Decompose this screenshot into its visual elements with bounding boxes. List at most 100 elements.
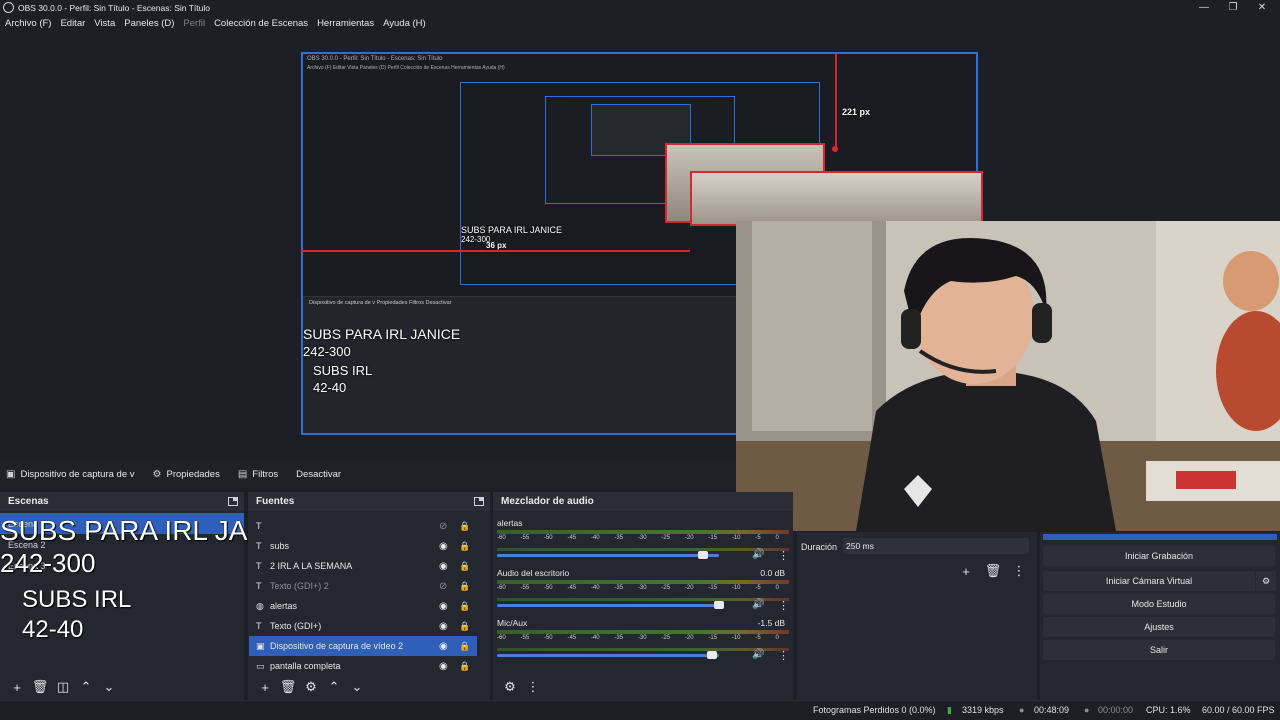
menu-editar[interactable]: Editar (60, 18, 85, 29)
speaker-icon[interactable]: 🔊 (752, 549, 764, 560)
meter-tick-label: -40 (590, 585, 600, 591)
meter-tick-label: -25 (661, 585, 671, 591)
record-status-icon: ● (1084, 705, 1090, 715)
text-icon: T (256, 561, 262, 571)
meter-tick-label: -55 (520, 535, 530, 541)
source-item-texto-gdi[interactable]: T Texto (GDI+) ◉ 🔒 (249, 616, 477, 636)
virtual-camera-settings-button[interactable]: ⚙ (1256, 571, 1276, 591)
start-virtual-camera-button[interactable]: Iniciar Cámara Virtual (1043, 571, 1255, 591)
visibility-off-icon[interactable]: ⊘ (439, 521, 447, 532)
eye-icon[interactable]: ◉ (439, 661, 448, 672)
popout-icon[interactable] (474, 497, 484, 506)
add-transition-button[interactable]: + (955, 562, 977, 580)
track-menu-icon[interactable]: ⋮ (778, 599, 789, 612)
speaker-icon[interactable]: 🔊 (752, 649, 764, 660)
move-down-button[interactable]: ⌄ (346, 678, 368, 696)
text-icon: T (256, 621, 262, 631)
menu-archivo[interactable]: Archivo (F) (5, 18, 51, 29)
camera-icon: ▣ (6, 468, 16, 480)
volume-slider-handle[interactable] (707, 651, 717, 659)
filters-button[interactable]: ▤ Filtros (238, 469, 278, 480)
source-properties-button[interactable]: ⚙ (300, 678, 322, 696)
source-item-texto-gdi-2[interactable]: T Texto (GDI+) 2 ⊘ 🔒 (249, 576, 477, 596)
start-recording-button[interactable]: Iniciar Grabación (1043, 546, 1275, 566)
meter-tick-label: -5 (755, 535, 761, 541)
speaker-icon[interactable]: 🔊 (752, 599, 764, 610)
lock-icon[interactable]: 🔒 (459, 601, 470, 612)
move-up-button[interactable]: ⌃ (323, 678, 345, 696)
remove-source-button[interactable]: 🗑 (277, 678, 299, 696)
source-item[interactable]: T ⊘ 🔒 (249, 516, 477, 536)
nested-overlay-line2: 242-300 (303, 344, 351, 359)
duration-input[interactable]: 250 ms (843, 538, 1029, 554)
move-down-button[interactable]: ⌄ (98, 678, 120, 696)
source-item-pantalla-completa[interactable]: ▭ pantalla completa ◉ 🔒 (249, 656, 477, 676)
filter-icon: ▤ (237, 468, 248, 480)
lock-icon[interactable]: 🔒 (459, 621, 470, 632)
stream-time: 00:48:09 (1034, 705, 1070, 715)
menu-paneles[interactable]: Paneles (D) (124, 18, 174, 29)
scene-filters-button[interactable]: ◫ (52, 678, 74, 696)
mixer-menu-button[interactable]: ⋮ (522, 678, 544, 696)
volume-slider[interactable] (497, 654, 719, 657)
volume-slider[interactable] (497, 604, 719, 607)
lock-icon[interactable]: 🔒 (459, 561, 470, 572)
volume-slider-handle[interactable] (698, 551, 708, 559)
close-button[interactable]: ✕ (1248, 0, 1276, 15)
properties-button[interactable]: ⚙ Propiedades (153, 469, 220, 480)
lock-icon[interactable]: 🔒 (459, 641, 470, 652)
guide-line-vertical (835, 54, 837, 148)
lock-icon[interactable]: 🔒 (459, 521, 470, 532)
eye-icon[interactable]: ◉ (439, 641, 448, 652)
volume-meter-peak (497, 548, 789, 551)
text-icon: T (256, 581, 262, 591)
eye-icon[interactable]: ◉ (439, 601, 448, 612)
remove-scene-button[interactable]: 🗑 (29, 678, 51, 696)
eye-icon[interactable]: ◉ (439, 621, 448, 632)
maximize-button[interactable]: ❐ (1219, 0, 1247, 15)
menu-vista[interactable]: Vista (94, 18, 115, 29)
window-title: OBS 30.0.0 - Perfil: Sin Título - Escena… (18, 2, 210, 13)
volume-slider-handle[interactable] (714, 601, 724, 609)
exit-button[interactable]: Salir (1043, 640, 1275, 660)
remove-transition-button[interactable]: 🗑 (982, 562, 1004, 580)
lock-icon[interactable]: 🔒 (459, 541, 470, 552)
move-up-button[interactable]: ⌃ (75, 678, 97, 696)
nested-overlay-line3: SUBS IRL (313, 363, 373, 378)
guide-handle[interactable] (832, 146, 838, 152)
source-item-2-irl[interactable]: T 2 IRL A LA SEMANA ◉ 🔒 (249, 556, 477, 576)
cpu-usage: CPU: 1.6% (1146, 705, 1191, 715)
deactivate-button[interactable]: Desactivar (296, 469, 341, 480)
menu-herramientas[interactable]: Herramientas (317, 18, 374, 29)
popout-icon[interactable] (228, 497, 238, 506)
eye-icon[interactable]: ◉ (439, 541, 448, 552)
advanced-audio-button[interactable]: ⚙ (499, 678, 521, 696)
add-scene-button[interactable]: + (6, 678, 28, 696)
lock-icon[interactable]: 🔒 (459, 661, 470, 672)
meter-tick-label: -25 (661, 535, 671, 541)
visibility-off-icon[interactable]: ⊘ (439, 581, 447, 592)
minimize-button[interactable]: — (1190, 0, 1218, 15)
source-item-subs[interactable]: Tsubs ◉ 🔒 (249, 536, 477, 556)
filters-label: Filtros (252, 468, 279, 480)
menu-ayuda[interactable]: Ayuda (H) (383, 18, 426, 29)
volume-slider[interactable] (497, 554, 719, 557)
add-source-button[interactable]: + (254, 678, 276, 696)
webcam-video[interactable] (736, 221, 1280, 531)
meter-tick-label: -30 (637, 635, 647, 641)
source-item-alertas[interactable]: ◍ alertas ◉ 🔒 (249, 596, 477, 616)
selected-source-label: Dispositivo de captura de v (20, 468, 135, 480)
source-item-video-capture-2[interactable]: ▣ Dispositivo de captura de vídeo 2 ◉ 🔒 (249, 636, 477, 656)
obs-logo-icon (3, 2, 14, 13)
track-menu-icon[interactable]: ⋮ (778, 549, 789, 562)
meter-tick-label: 0 (775, 535, 779, 541)
menu-coleccion-escenas[interactable]: Colección de Escenas (214, 18, 308, 29)
settings-button[interactable]: Ajustes (1043, 617, 1275, 637)
lock-icon[interactable]: 🔒 (459, 581, 470, 592)
bitrate: 3319 kbps (962, 705, 1004, 715)
transition-menu-button[interactable]: ⋮ (1008, 562, 1030, 580)
studio-mode-button[interactable]: Modo Estudio (1043, 594, 1275, 614)
source-label: subs (270, 541, 290, 551)
eye-icon[interactable]: ◉ (439, 561, 448, 572)
track-menu-icon[interactable]: ⋮ (778, 649, 789, 662)
